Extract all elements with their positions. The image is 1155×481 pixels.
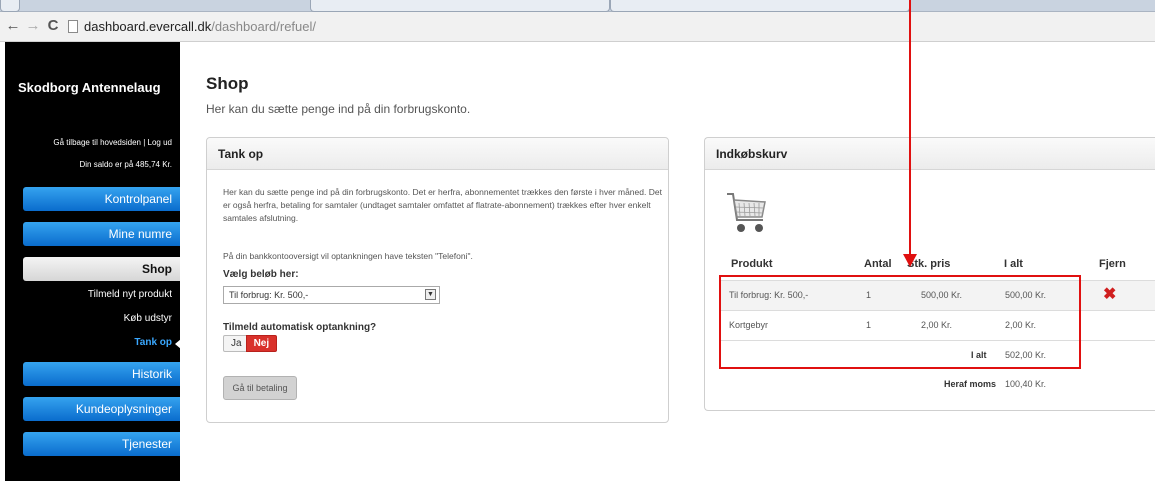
url-host: dashboard.evercall.dk: [84, 19, 212, 34]
panel-heading: Indkøbskurv: [705, 138, 1155, 170]
vat-value: 100,40 Kr.: [1005, 379, 1047, 389]
top-links[interactable]: Gå tilbage til hovedsiden | Log ud: [53, 138, 172, 147]
tank-note-text: På din bankkontooversigt vil optankninge…: [223, 251, 473, 261]
sidebar-item-tjenester[interactable]: Tjenester: [23, 432, 180, 456]
page-icon: [68, 20, 78, 33]
remove-icon[interactable]: ✖: [1103, 284, 1116, 304]
forward-arrow-icon[interactable]: →: [24, 17, 42, 35]
auto-refill-label: Tilmeld automatisk optankning?: [223, 322, 377, 333]
page-subtitle: Her kan du sætte penge ind på din forbru…: [206, 102, 471, 116]
tank-op-panel: Tank op Her kan du sætte penge ind på di…: [206, 137, 669, 423]
sidebar-item-shop[interactable]: Shop: [23, 257, 180, 281]
amount-select[interactable]: Til forbrug: Kr. 500,- ▼: [223, 286, 440, 304]
column-header-product: Produkt: [731, 258, 773, 270]
column-header-total: I alt: [1004, 258, 1023, 270]
active-caret-icon: [175, 339, 181, 349]
page-title: Shop: [206, 74, 249, 93]
sidebar-item-kontrolpanel[interactable]: Kontrolpanel: [23, 187, 180, 211]
column-header-qty: Antal: [864, 258, 892, 270]
sidebar-subitem-tilmeld[interactable]: Tilmeld nyt produkt: [88, 289, 172, 300]
cart-panel: Indkøbskurv Produkt Antal Stk. pris I al…: [704, 137, 1155, 411]
reload-icon[interactable]: C: [44, 17, 62, 35]
vat-row: Heraf moms 100,40 Kr.: [719, 370, 1155, 400]
url-field[interactable]: dashboard.evercall.dk/dashboard/refuel/: [84, 18, 316, 35]
url-path: /dashboard/refuel/: [211, 19, 316, 34]
column-header-remove: Fjern: [1099, 258, 1126, 270]
sidebar-subitem-tank-op[interactable]: Tank op: [134, 337, 172, 348]
amount-label: Vælg beløb her:: [223, 269, 299, 280]
shopping-cart-icon: [727, 193, 766, 232]
tank-intro-text: Her kan du sætte penge ind på din forbru…: [223, 187, 662, 223]
sidebar-item-historik[interactable]: Historik: [23, 362, 180, 386]
sidebar-subitem-koeb-udstyr[interactable]: Køb udstyr: [124, 313, 172, 324]
vat-label: Heraf moms: [944, 379, 997, 389]
sidebar: Skodborg Antennelaug Gå tilbage til hove…: [5, 42, 181, 481]
arrow-head-icon: [903, 254, 917, 267]
annotation-arrow: [909, 0, 911, 255]
sidebar-item-mine-numre[interactable]: Mine numre: [23, 222, 180, 246]
browser-tab[interactable]: [310, 0, 610, 12]
browser-tab-strip: [0, 0, 1155, 12]
site-title: Skodborg Antennelaug: [18, 80, 161, 95]
go-to-payment-button[interactable]: Gå til betaling: [223, 376, 297, 400]
back-arrow-icon[interactable]: ←: [4, 17, 22, 35]
balance-text: Din saldo er på 485,74 Kr.: [79, 160, 172, 169]
amount-select-value: Til forbrug: Kr. 500,-: [229, 290, 309, 300]
browser-tab[interactable]: [610, 0, 910, 12]
browser-tab[interactable]: [0, 0, 20, 12]
auto-refill-toggle: Ja Nej: [223, 335, 278, 352]
browser-address-bar: ← → C dashboard.evercall.dk/dashboard/re…: [0, 12, 1155, 42]
panel-heading: Tank op: [207, 138, 668, 170]
sidebar-item-kundeoplysninger[interactable]: Kundeoplysninger: [23, 397, 180, 421]
highlight-box: [719, 275, 1081, 369]
dropdown-arrow-icon[interactable]: ▼: [425, 289, 436, 300]
toggle-no-button[interactable]: Nej: [245, 335, 278, 352]
